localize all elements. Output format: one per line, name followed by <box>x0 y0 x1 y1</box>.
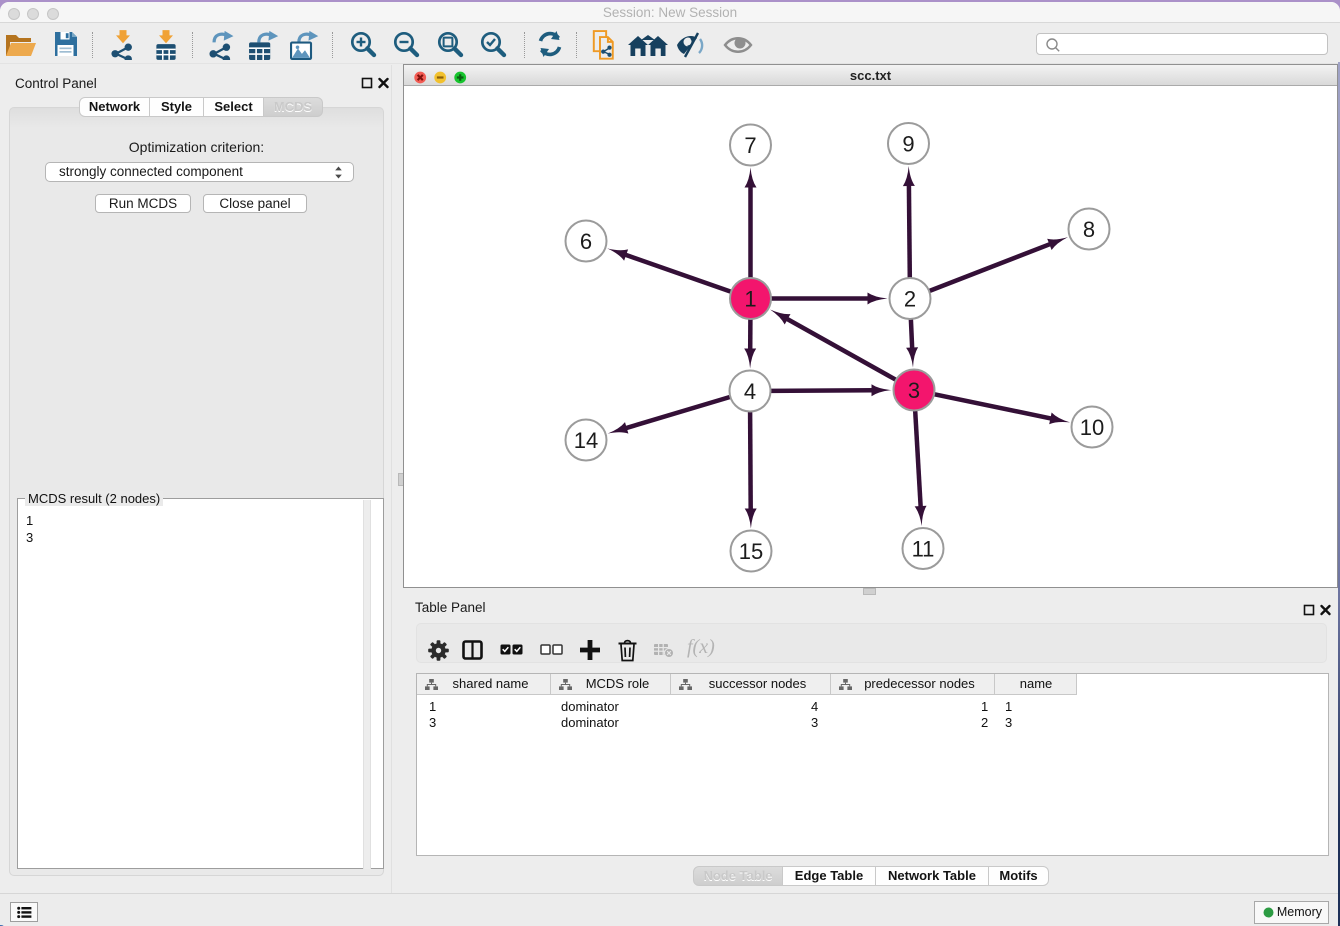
svg-text:9: 9 <box>902 132 914 157</box>
svg-text:7: 7 <box>744 133 756 158</box>
svg-text:10: 10 <box>1080 415 1104 440</box>
svg-text:2: 2 <box>904 287 916 312</box>
svg-text:3: 3 <box>908 378 920 403</box>
svg-text:8: 8 <box>1083 217 1095 242</box>
svg-text:15: 15 <box>739 539 763 564</box>
svg-text:14: 14 <box>574 428 598 453</box>
svg-text:11: 11 <box>912 537 935 562</box>
svg-text:6: 6 <box>580 229 592 254</box>
svg-text:1: 1 <box>744 287 756 312</box>
svg-text:4: 4 <box>744 379 756 404</box>
